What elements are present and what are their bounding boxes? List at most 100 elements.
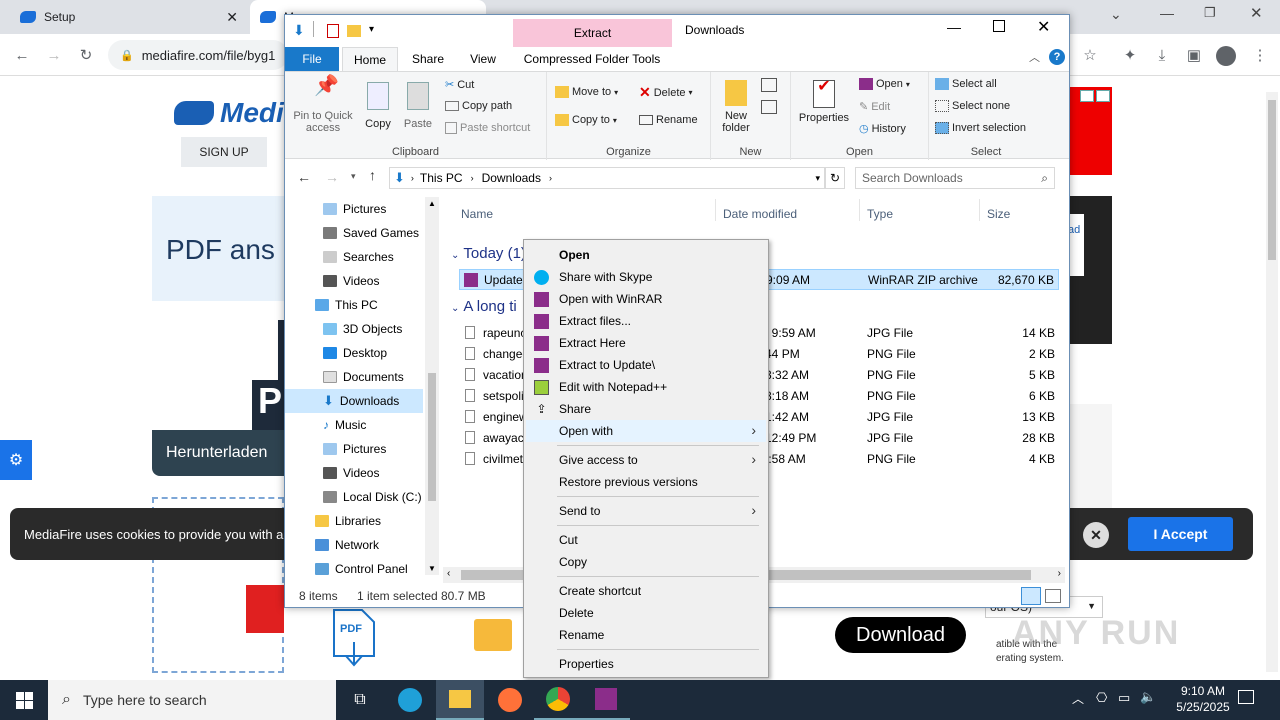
menu-rename[interactable]: Rename xyxy=(526,624,766,646)
invert-selection-button[interactable]: Invert selection xyxy=(935,122,1026,134)
profile-avatar[interactable] xyxy=(1216,46,1236,66)
signup-button[interactable]: SIGN UP xyxy=(181,137,267,167)
breadcrumb-downloads[interactable]: Downloads xyxy=(482,171,541,185)
new-item-icon[interactable] xyxy=(761,78,777,92)
minimize-window-icon[interactable]: — xyxy=(947,19,961,35)
open-button[interactable]: Open ▾ xyxy=(859,78,910,90)
properties-qat-icon[interactable] xyxy=(327,24,339,38)
rename-button[interactable]: Rename xyxy=(639,114,698,126)
accept-cookies-button[interactable]: I Accept xyxy=(1128,517,1233,551)
nav-desktop[interactable]: Desktop xyxy=(285,341,423,365)
refresh-icon[interactable]: ↻ xyxy=(825,167,845,189)
mediafire-logo[interactable]: Medi xyxy=(174,97,284,129)
back-nav-icon[interactable]: ← xyxy=(297,169,311,185)
menu-give-access[interactable]: Give access to › xyxy=(526,449,766,471)
restore-browser-icon[interactable]: ❐ xyxy=(1204,5,1216,21)
nav-pictures[interactable]: Pictures xyxy=(285,197,423,221)
tab-compressed-folder-tools[interactable]: Compressed Folder Tools xyxy=(515,47,669,71)
group-long-ago[interactable]: ⌄ A long ti xyxy=(451,298,517,315)
menu-open-with[interactable]: Open with › xyxy=(526,420,766,442)
adchoices-icon[interactable] xyxy=(1080,90,1094,102)
large-icons-view-icon[interactable] xyxy=(1045,589,1061,603)
tab-home[interactable]: Home xyxy=(342,47,398,71)
tab-search-chevron-icon[interactable]: ⌄ xyxy=(1110,6,1122,23)
nav-local-disk[interactable]: Local Disk (C:) xyxy=(285,485,423,509)
nav-downloads[interactable]: ⬇ Downloads xyxy=(285,389,423,413)
copy-button[interactable]: Copy xyxy=(361,80,395,130)
extensions-icon[interactable]: ✦ xyxy=(1118,43,1142,67)
up-level-icon[interactable]: ↑ xyxy=(369,167,376,183)
copy-to-button[interactable]: Copy to ▾ xyxy=(555,114,617,126)
history-button[interactable]: ◷ History xyxy=(859,122,906,136)
column-name[interactable]: Name xyxy=(461,207,493,221)
clock[interactable]: 9:10 AM 5/25/2025 xyxy=(1166,683,1240,715)
nav-videos-2[interactable]: Videos xyxy=(285,461,423,485)
easy-access-icon[interactable] xyxy=(761,100,777,114)
nav-network[interactable]: Network xyxy=(285,533,423,557)
nav-videos[interactable]: Videos xyxy=(285,269,423,293)
copy-path-button[interactable]: Copy path xyxy=(445,100,512,112)
breadcrumb-this-pc[interactable]: This PC xyxy=(420,171,463,185)
downloads-icon[interactable]: ⤓ xyxy=(1150,43,1174,67)
menu-kebab-icon[interactable]: ⋮ xyxy=(1248,43,1272,67)
taskbar-search-box[interactable]: ⌕ Type here to search xyxy=(48,680,336,720)
right-ad-card[interactable]: ad xyxy=(1068,214,1084,276)
winrar-taskbar-icon[interactable] xyxy=(582,680,630,720)
edit-button[interactable]: ✎ Edit xyxy=(859,100,890,114)
recent-locations-icon[interactable]: ▾ xyxy=(351,171,356,182)
pin-quick-access-button[interactable]: 📌 Pin to Quick access xyxy=(291,76,355,134)
column-size[interactable]: Size xyxy=(987,207,1010,221)
close-tab-icon[interactable]: ✕ xyxy=(226,9,238,26)
forward-nav-icon[interactable]: → xyxy=(325,169,339,185)
menu-delete[interactable]: Delete xyxy=(526,602,766,624)
column-type[interactable]: Type xyxy=(867,207,893,221)
forward-icon[interactable]: → xyxy=(42,43,66,67)
chrome-icon[interactable] xyxy=(534,680,582,720)
ad-close-icon[interactable] xyxy=(1096,90,1110,102)
paste-button[interactable]: Paste xyxy=(401,80,435,130)
select-all-button[interactable]: Select all xyxy=(935,78,997,90)
menu-restore-versions[interactable]: Restore previous versions xyxy=(526,471,766,493)
new-folder-button[interactable]: New folder xyxy=(715,80,757,134)
search-downloads-input[interactable]: Search Downloads ⌕ xyxy=(855,167,1055,189)
download-button[interactable]: Download xyxy=(835,617,966,653)
file-explorer-taskbar-icon[interactable] xyxy=(436,680,484,720)
tab-file[interactable]: File xyxy=(285,47,339,71)
nav-searches[interactable]: Searches xyxy=(285,245,423,269)
maximize-window-icon[interactable] xyxy=(993,20,1005,32)
column-date-modified[interactable]: Date modified xyxy=(723,207,797,221)
menu-send-to[interactable]: Send to › xyxy=(526,500,766,522)
move-to-button[interactable]: Move to ▾ xyxy=(555,86,618,98)
collapse-ribbon-icon[interactable]: ︿ xyxy=(1029,49,1040,65)
address-bar[interactable]: 🔒 mediafire.com/file/byg1 xyxy=(108,40,288,70)
nav-documents[interactable]: Documents xyxy=(285,365,423,389)
nav-control-panel[interactable]: Control Panel xyxy=(285,557,423,581)
nav-saved-games[interactable]: Saved Games xyxy=(285,221,423,245)
properties-button[interactable]: ✔ Properties xyxy=(795,79,853,125)
menu-share[interactable]: ⇪ Share xyxy=(526,398,766,420)
menu-share-skype[interactable]: Share with Skype xyxy=(526,266,766,288)
close-cookie-icon[interactable]: ✕ xyxy=(1083,522,1109,548)
menu-open-winrar[interactable]: Open with WinRAR xyxy=(526,288,766,310)
side-panel-icon[interactable]: ▣ xyxy=(1182,43,1206,67)
close-browser-icon[interactable]: ✕ xyxy=(1250,4,1263,22)
promo-banner[interactable]: PDF ans xyxy=(152,196,284,301)
feedback-gear-icon[interactable]: ⚙ xyxy=(0,440,32,480)
menu-cut[interactable]: Cut xyxy=(526,529,766,551)
menu-open[interactable]: Open xyxy=(526,244,766,266)
menu-create-shortcut[interactable]: Create shortcut xyxy=(526,580,766,602)
group-today[interactable]: ⌄ Today (1) xyxy=(451,245,526,262)
menu-extract-files[interactable]: Extract files... xyxy=(526,310,766,332)
bookmark-star-icon[interactable]: ☆ xyxy=(1078,43,1102,67)
firefox-icon[interactable] xyxy=(486,680,534,720)
address-dropdown-icon[interactable]: ▾ xyxy=(815,173,820,184)
menu-edit-notepadpp[interactable]: Edit with Notepad++ xyxy=(526,376,766,398)
tab-view[interactable]: View xyxy=(457,47,509,71)
nav-3d-objects[interactable]: 3D Objects xyxy=(285,317,423,341)
quick-access-down-icon[interactable]: ⬇ xyxy=(293,22,305,39)
breadcrumb[interactable]: ⬇ › This PC › Downloads › ▾ xyxy=(389,167,825,189)
customize-qat-icon[interactable]: ▾ xyxy=(369,24,374,35)
menu-properties[interactable]: Properties xyxy=(526,653,766,675)
reload-icon[interactable]: ↻ xyxy=(74,43,98,67)
start-button[interactable] xyxy=(0,680,48,720)
